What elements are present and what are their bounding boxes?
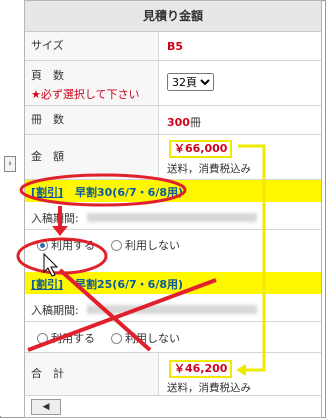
coupon-2-use-radio[interactable]: 利用する xyxy=(37,330,95,346)
pages-required-note: ★必ず選択して下さい xyxy=(31,88,140,101)
radio-checked-icon xyxy=(37,239,48,251)
coupon-1-use-radio[interactable]: 利用する xyxy=(37,237,95,253)
coupon-2-period-label: 入稿期間: xyxy=(31,304,79,317)
radio-unchecked-icon xyxy=(37,332,48,344)
coupon-1-period-label: 入稿期間: xyxy=(31,212,79,225)
coupon-1-choice-row: 利用する 利用しない xyxy=(25,230,321,258)
coupon-2-nouse-radio[interactable]: 利用しない xyxy=(111,330,180,346)
amount-value: ￥66,000 xyxy=(169,140,233,158)
coupon-1-nouse-label: 利用しない xyxy=(125,239,180,252)
pages-select-wrap[interactable]: 32頁 xyxy=(167,73,214,91)
pages-row: 頁 数 ★必ず選択して下さい 32頁 xyxy=(25,61,321,106)
coupon-2-tag[interactable]: [割引] xyxy=(31,276,63,292)
radio-unchecked-icon xyxy=(111,332,122,344)
coupon-2-period-row: 入稿期間: xyxy=(25,295,321,322)
amount-row: 金 額 ￥66,000 送料，消費税込み xyxy=(25,135,321,180)
panel-title: 見積り金額 xyxy=(25,1,321,32)
total-label: 合 計 xyxy=(25,353,159,395)
back-button[interactable]: ◀ xyxy=(31,399,61,415)
copies-value-wrap: 300冊 xyxy=(167,114,201,130)
left-sidebar-strip: › xyxy=(0,0,25,416)
copies-unit: 冊 xyxy=(189,116,201,129)
pages-select[interactable]: 32頁 xyxy=(167,73,214,91)
total-value: ￥46,200 xyxy=(169,360,233,378)
size-row: サイズ B5 xyxy=(25,32,321,61)
coupon-2-title: 早割25(6/7・6/8用) xyxy=(75,278,184,291)
copies-value: 300 xyxy=(167,116,190,129)
coupon-1-title: 早割30(6/7・6/8用) xyxy=(75,186,184,199)
pages-label: 頁 数 xyxy=(31,69,64,82)
amount-label: 金 額 xyxy=(25,135,159,179)
coupon-2-nouse-label: 利用しない xyxy=(125,332,180,345)
total-note: 送料，消費税込み xyxy=(167,382,251,394)
collapse-arrow-icon[interactable]: › xyxy=(4,156,16,172)
size-value: B5 xyxy=(167,40,184,53)
coupon-2-choice-row: 利用する 利用しない xyxy=(25,322,321,353)
amount-note: 送料，消費税込み xyxy=(167,163,251,175)
copies-row: 冊 数 300冊 xyxy=(25,106,321,135)
size-label: サイズ xyxy=(25,32,159,60)
copies-label: 冊 数 xyxy=(25,106,159,134)
total-row: 合 計 ￥46,200 送料，消費税込み xyxy=(25,353,321,396)
coupon-1-header: [割引] 早割30(6/7・6/8用) xyxy=(25,180,321,202)
coupon-2-header: [割引] 早割25(6/7・6/8用) xyxy=(25,272,321,294)
coupon-1-nouse-radio[interactable]: 利用しない xyxy=(111,237,180,253)
pages-label-cell: 頁 数 ★必ず選択して下さい xyxy=(25,61,159,105)
coupon-1-period-value xyxy=(87,213,257,222)
coupon-2-period-value xyxy=(87,305,257,314)
coupon-2-use-label: 利用する xyxy=(51,332,95,345)
radio-unchecked-icon xyxy=(111,239,122,251)
coupon-1-use-label: 利用する xyxy=(51,239,95,252)
estimate-panel: 見積り金額 サイズ B5 頁 数 ★必ず選択して下さい 32頁 冊 数 300冊… xyxy=(24,0,322,418)
coupon-1-tag[interactable]: [割引] xyxy=(31,184,63,200)
coupon-1-period-row: 入稿期間: xyxy=(25,203,321,230)
